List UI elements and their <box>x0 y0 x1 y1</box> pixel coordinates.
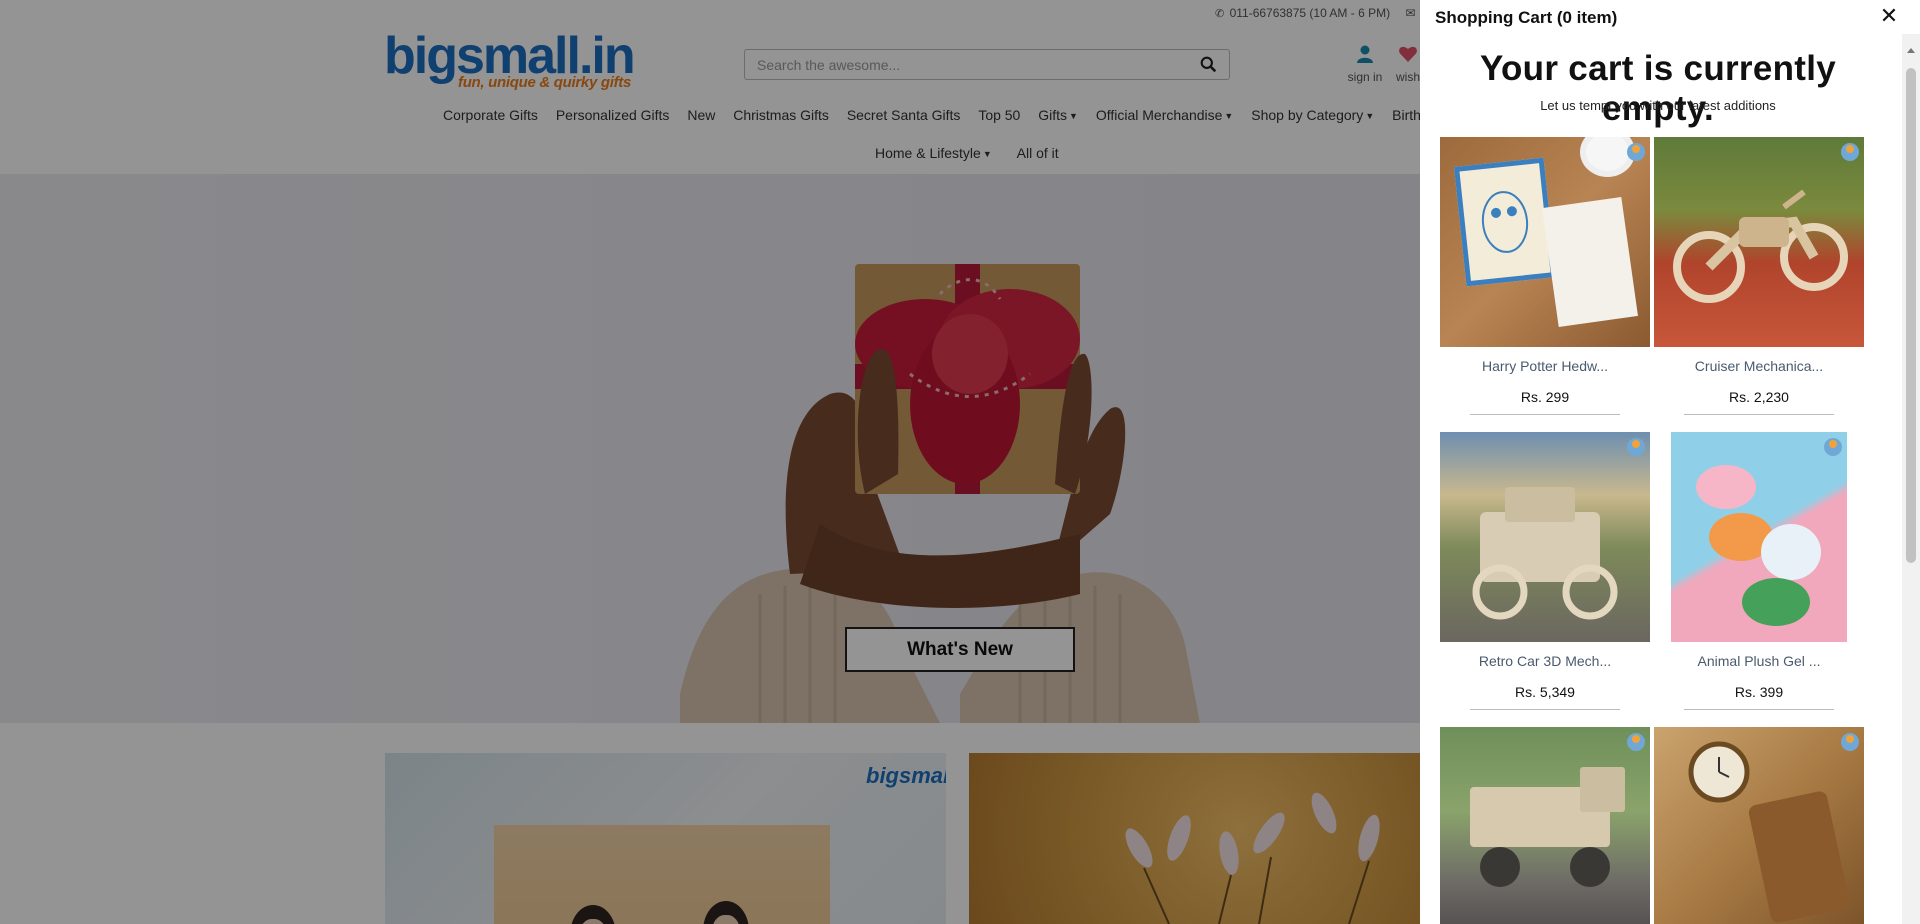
bigsmall-badge-icon <box>1824 438 1842 456</box>
scrollbar-thumb[interactable] <box>1906 68 1916 563</box>
product-name: Animal Plush Gel ... <box>1697 653 1821 669</box>
cart-empty-subtitle: Let us tempt you with our latest additio… <box>1540 98 1776 113</box>
postcard-stamp <box>1453 157 1557 287</box>
cart-scrollbar[interactable] <box>1902 34 1920 924</box>
cart-header: Shopping Cart (0 item) ✕ <box>1420 0 1920 34</box>
bigsmall-badge-icon <box>1841 143 1859 161</box>
bigsmall-badge-icon <box>1627 733 1645 751</box>
retro-car-model-illustration <box>1472 487 1618 620</box>
postcard-back <box>1542 197 1638 327</box>
product-image <box>1671 432 1847 642</box>
product-price: Rs. 399 <box>1734 684 1784 700</box>
divider <box>1684 709 1834 710</box>
page-dim-overlay[interactable] <box>0 0 1420 924</box>
cart-empty-heading: Your cart is currently empty. <box>1479 49 1837 128</box>
product-name: Retro Car 3D Mech... <box>1478 653 1612 669</box>
product-price: Rs. 2,230 <box>1729 389 1789 405</box>
product-price: Rs. 5,349 <box>1515 684 1575 700</box>
owl-icon <box>1481 191 1529 253</box>
divider <box>1684 414 1834 415</box>
product-image <box>1654 137 1864 347</box>
truck-model-illustration <box>1470 767 1625 887</box>
product-image <box>1440 137 1650 347</box>
product-card[interactable] <box>1654 727 1864 924</box>
bigsmall-badge-icon <box>1627 143 1645 161</box>
cart-drawer: Shopping Cart (0 item) ✕ Your cart is cu… <box>1420 0 1920 924</box>
close-icon[interactable]: ✕ <box>1877 5 1901 29</box>
product-card[interactable] <box>1440 727 1650 924</box>
motorcycle-model-illustration <box>1673 189 1848 303</box>
bigsmall-badge-icon <box>1627 438 1645 456</box>
product-image <box>1440 727 1650 924</box>
pocket-watch-journal-illustration <box>1688 741 1850 923</box>
cart-title: Shopping Cart (0 item) <box>1435 8 1618 27</box>
product-card[interactable]: Animal Plush Gel ... Rs. 399 <box>1654 432 1864 710</box>
divider <box>1470 414 1620 415</box>
product-name: Cruiser Mechanica... <box>1694 358 1824 374</box>
product-card[interactable]: Retro Car 3D Mech... Rs. 5,349 <box>1440 432 1650 710</box>
animal-plush-illustration <box>1696 465 1821 626</box>
product-card[interactable]: Cruiser Mechanica... Rs. 2,230 <box>1654 137 1864 415</box>
product-card[interactable]: Harry Potter Hedw... Rs. 299 <box>1440 137 1650 415</box>
product-image <box>1440 432 1650 642</box>
product-name: Harry Potter Hedw... <box>1481 358 1609 374</box>
bigsmall-badge-icon <box>1841 733 1859 751</box>
divider <box>1470 709 1620 710</box>
product-image <box>1654 727 1864 924</box>
scroll-up-arrow-icon[interactable] <box>1907 48 1915 53</box>
product-price: Rs. 299 <box>1520 389 1570 405</box>
